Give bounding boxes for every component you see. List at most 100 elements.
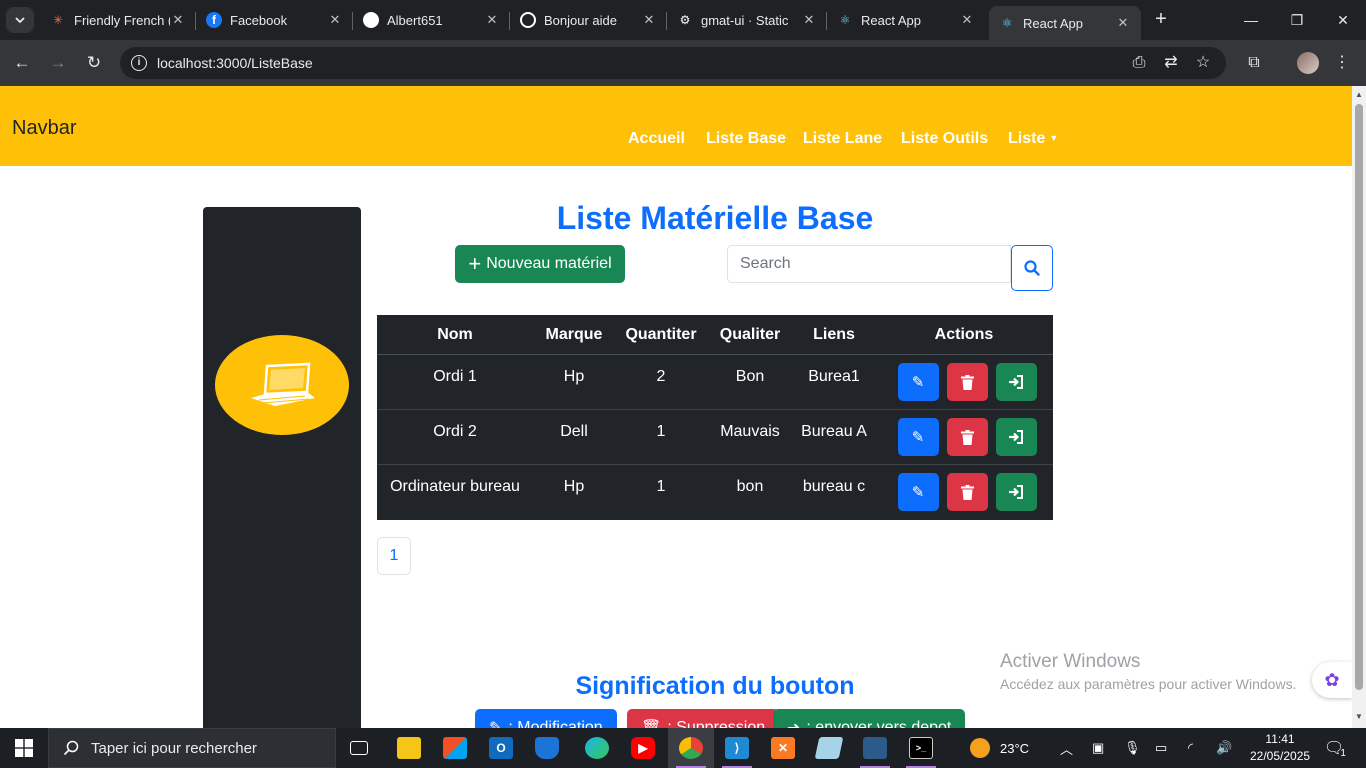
sign-in-icon: ➜ <box>787 718 800 728</box>
profile-avatar[interactable] <box>1297 52 1319 74</box>
nav-dropdown-liste[interactable]: Liste ▼ <box>1008 130 1058 148</box>
scroll-down-icon[interactable]: ▼ <box>1355 712 1363 721</box>
taskbar-app-xampp[interactable]: ✕ <box>760 728 806 768</box>
delete-button[interactable] <box>946 363 988 401</box>
nav-link-liste-outils[interactable]: Liste Outils <box>901 130 988 148</box>
send-to-depot-button[interactable] <box>995 363 1037 401</box>
edge-icon <box>585 737 609 759</box>
taskbar-app-sql[interactable] <box>852 728 898 768</box>
close-window-button[interactable]: ✕ <box>1320 0 1366 40</box>
close-icon[interactable]: ✕ <box>484 12 500 28</box>
vscode-icon: ⟩ <box>725 737 749 759</box>
pencil-icon: ✎ <box>911 374 925 391</box>
legend-send-button[interactable]: ➜: envoyer vers depot <box>773 709 966 728</box>
windows-start-button[interactable] <box>0 728 48 768</box>
edit-button[interactable]: ✎ <box>897 473 939 511</box>
close-icon[interactable]: ✕ <box>170 12 186 28</box>
reload-icon[interactable]: ↻ <box>83 52 105 74</box>
browser-tab[interactable]: ⚛ React App ✕ <box>827 0 985 40</box>
activate-windows-subtitle: Accédez aux paramètres pour activer Wind… <box>1000 676 1297 692</box>
task-view-button[interactable] <box>336 728 382 768</box>
sign-in-icon <box>1009 375 1023 389</box>
browser-tab[interactable]: Bonjour aide ✕ <box>510 0 667 40</box>
microphone-icon[interactable]: 🎙 <box>1124 728 1141 768</box>
taskbar-search[interactable]: Taper ici pour rechercher <box>48 728 336 768</box>
cell-marque: Dell <box>560 423 588 440</box>
folder-icon <box>397 737 421 759</box>
delete-button[interactable] <box>946 418 988 456</box>
bookmark-star-icon[interactable]: ☆ <box>1192 52 1214 74</box>
notification-center-button[interactable]: 🗨 1 <box>1324 728 1346 768</box>
nav-link-accueil[interactable]: Accueil <box>628 130 685 148</box>
close-icon[interactable]: ✕ <box>959 12 975 28</box>
legend-title: Signification du bouton <box>575 672 855 700</box>
terminal-icon: >_ <box>909 737 933 759</box>
minimize-button[interactable]: — <box>1228 0 1274 40</box>
taskbar-app-defender[interactable] <box>524 728 570 768</box>
scrollbar-thumb[interactable] <box>1355 104 1363 690</box>
nav-link-liste-base[interactable]: Liste Base <box>706 130 786 148</box>
wifi-icon[interactable]: ◜ <box>1188 728 1193 768</box>
scroll-up-icon[interactable]: ▲ <box>1355 90 1363 99</box>
browser-tab[interactable]: ⚙ gmat-ui · Static ✕ <box>667 0 827 40</box>
back-icon[interactable]: ← <box>11 52 33 74</box>
laptop-icon <box>251 362 315 406</box>
battery-icon[interactable]: ▭ <box>1155 728 1167 768</box>
new-tab-button[interactable]: + <box>1150 9 1172 31</box>
navbar-brand[interactable]: Navbar <box>12 117 76 140</box>
cell-liens: Bureau A <box>801 423 867 440</box>
restore-button[interactable]: ❐ <box>1274 0 1320 40</box>
clock-time: 11:41 <box>1265 732 1295 746</box>
assistant-brain-icon[interactable]: ✿ <box>1312 662 1352 698</box>
taskbar-app-outlook[interactable]: O <box>478 728 524 768</box>
edit-button[interactable]: ✎ <box>897 418 939 456</box>
menu-kebab-icon[interactable]: ⋮ <box>1331 52 1353 74</box>
address-bar[interactable]: i localhost:3000/ListeBase ⎙ ⇄ ☆ <box>120 47 1226 79</box>
browser-tab[interactable]: ✳ Friendly French ( ✕ <box>40 0 196 40</box>
page-scrollbar[interactable]: ▲ ▼ <box>1352 86 1366 728</box>
close-icon[interactable]: ✕ <box>327 12 343 28</box>
extensions-icon[interactable]: ⧉ <box>1243 52 1265 74</box>
search-input[interactable] <box>727 245 1011 283</box>
browser-tab[interactable]: f Facebook ✕ <box>196 0 353 40</box>
pagination-page-1[interactable]: 1 <box>377 537 411 575</box>
new-material-button[interactable]: + Nouveau matériel <box>455 245 625 283</box>
browser-tab[interactable]: Albert651 ✕ <box>353 0 510 40</box>
send-to-depot-button[interactable] <box>995 473 1037 511</box>
close-icon[interactable]: ✕ <box>641 12 657 28</box>
browser-tab-strip: ✳ Friendly French ( ✕ f Facebook ✕ Alber… <box>0 0 1366 40</box>
close-icon[interactable]: ✕ <box>1115 15 1131 31</box>
row-actions: ✎ <box>875 355 1053 401</box>
send-to-depot-button[interactable] <box>995 418 1037 456</box>
delete-button[interactable] <box>946 473 988 511</box>
volume-icon[interactable]: 🔊 <box>1216 728 1232 768</box>
install-app-icon[interactable]: ⎙ <box>1128 52 1150 74</box>
taskbar-app-store[interactable] <box>432 728 478 768</box>
browser-tab-active[interactable]: ⚛ React App ✕ <box>989 6 1141 40</box>
trash-icon <box>960 374 974 390</box>
close-icon[interactable]: ✕ <box>801 12 817 28</box>
taskbar-app-explorer[interactable] <box>386 728 432 768</box>
plus-icon: + <box>468 251 482 276</box>
nav-link-liste-lane[interactable]: Liste Lane <box>803 130 882 148</box>
taskbar-app-edge[interactable] <box>574 728 620 768</box>
taskbar-app-terminal[interactable]: >_ <box>898 728 944 768</box>
legend-edit-button[interactable]: ✎: Modification <box>475 709 617 728</box>
cell-nom: Ordi 2 <box>433 423 477 440</box>
taskbar-app-notes[interactable] <box>806 728 852 768</box>
tab-title: React App <box>1023 15 1083 31</box>
site-info-icon[interactable]: i <box>131 55 147 71</box>
meet-now-icon[interactable]: ▣ <box>1092 728 1104 768</box>
taskbar-app-chrome[interactable] <box>668 728 714 768</box>
tab-search-button[interactable] <box>6 7 34 33</box>
edit-button[interactable]: ✎ <box>897 363 939 401</box>
taskbar-app-youtube[interactable]: ▶ <box>620 728 666 768</box>
legend-delete-button[interactable]: 🗑: Suppression <box>627 709 780 728</box>
show-hidden-icons[interactable]: ︿ <box>1060 728 1073 768</box>
search-button[interactable] <box>1011 245 1053 291</box>
forward-icon[interactable]: → <box>47 52 69 74</box>
translate-icon[interactable]: ⇄ <box>1160 52 1182 74</box>
taskbar-clock[interactable]: 11:41 22/05/2025 <box>1250 731 1310 765</box>
weather-widget[interactable]: 23°C <box>970 728 1029 768</box>
taskbar-app-vscode[interactable]: ⟩ <box>714 728 760 768</box>
